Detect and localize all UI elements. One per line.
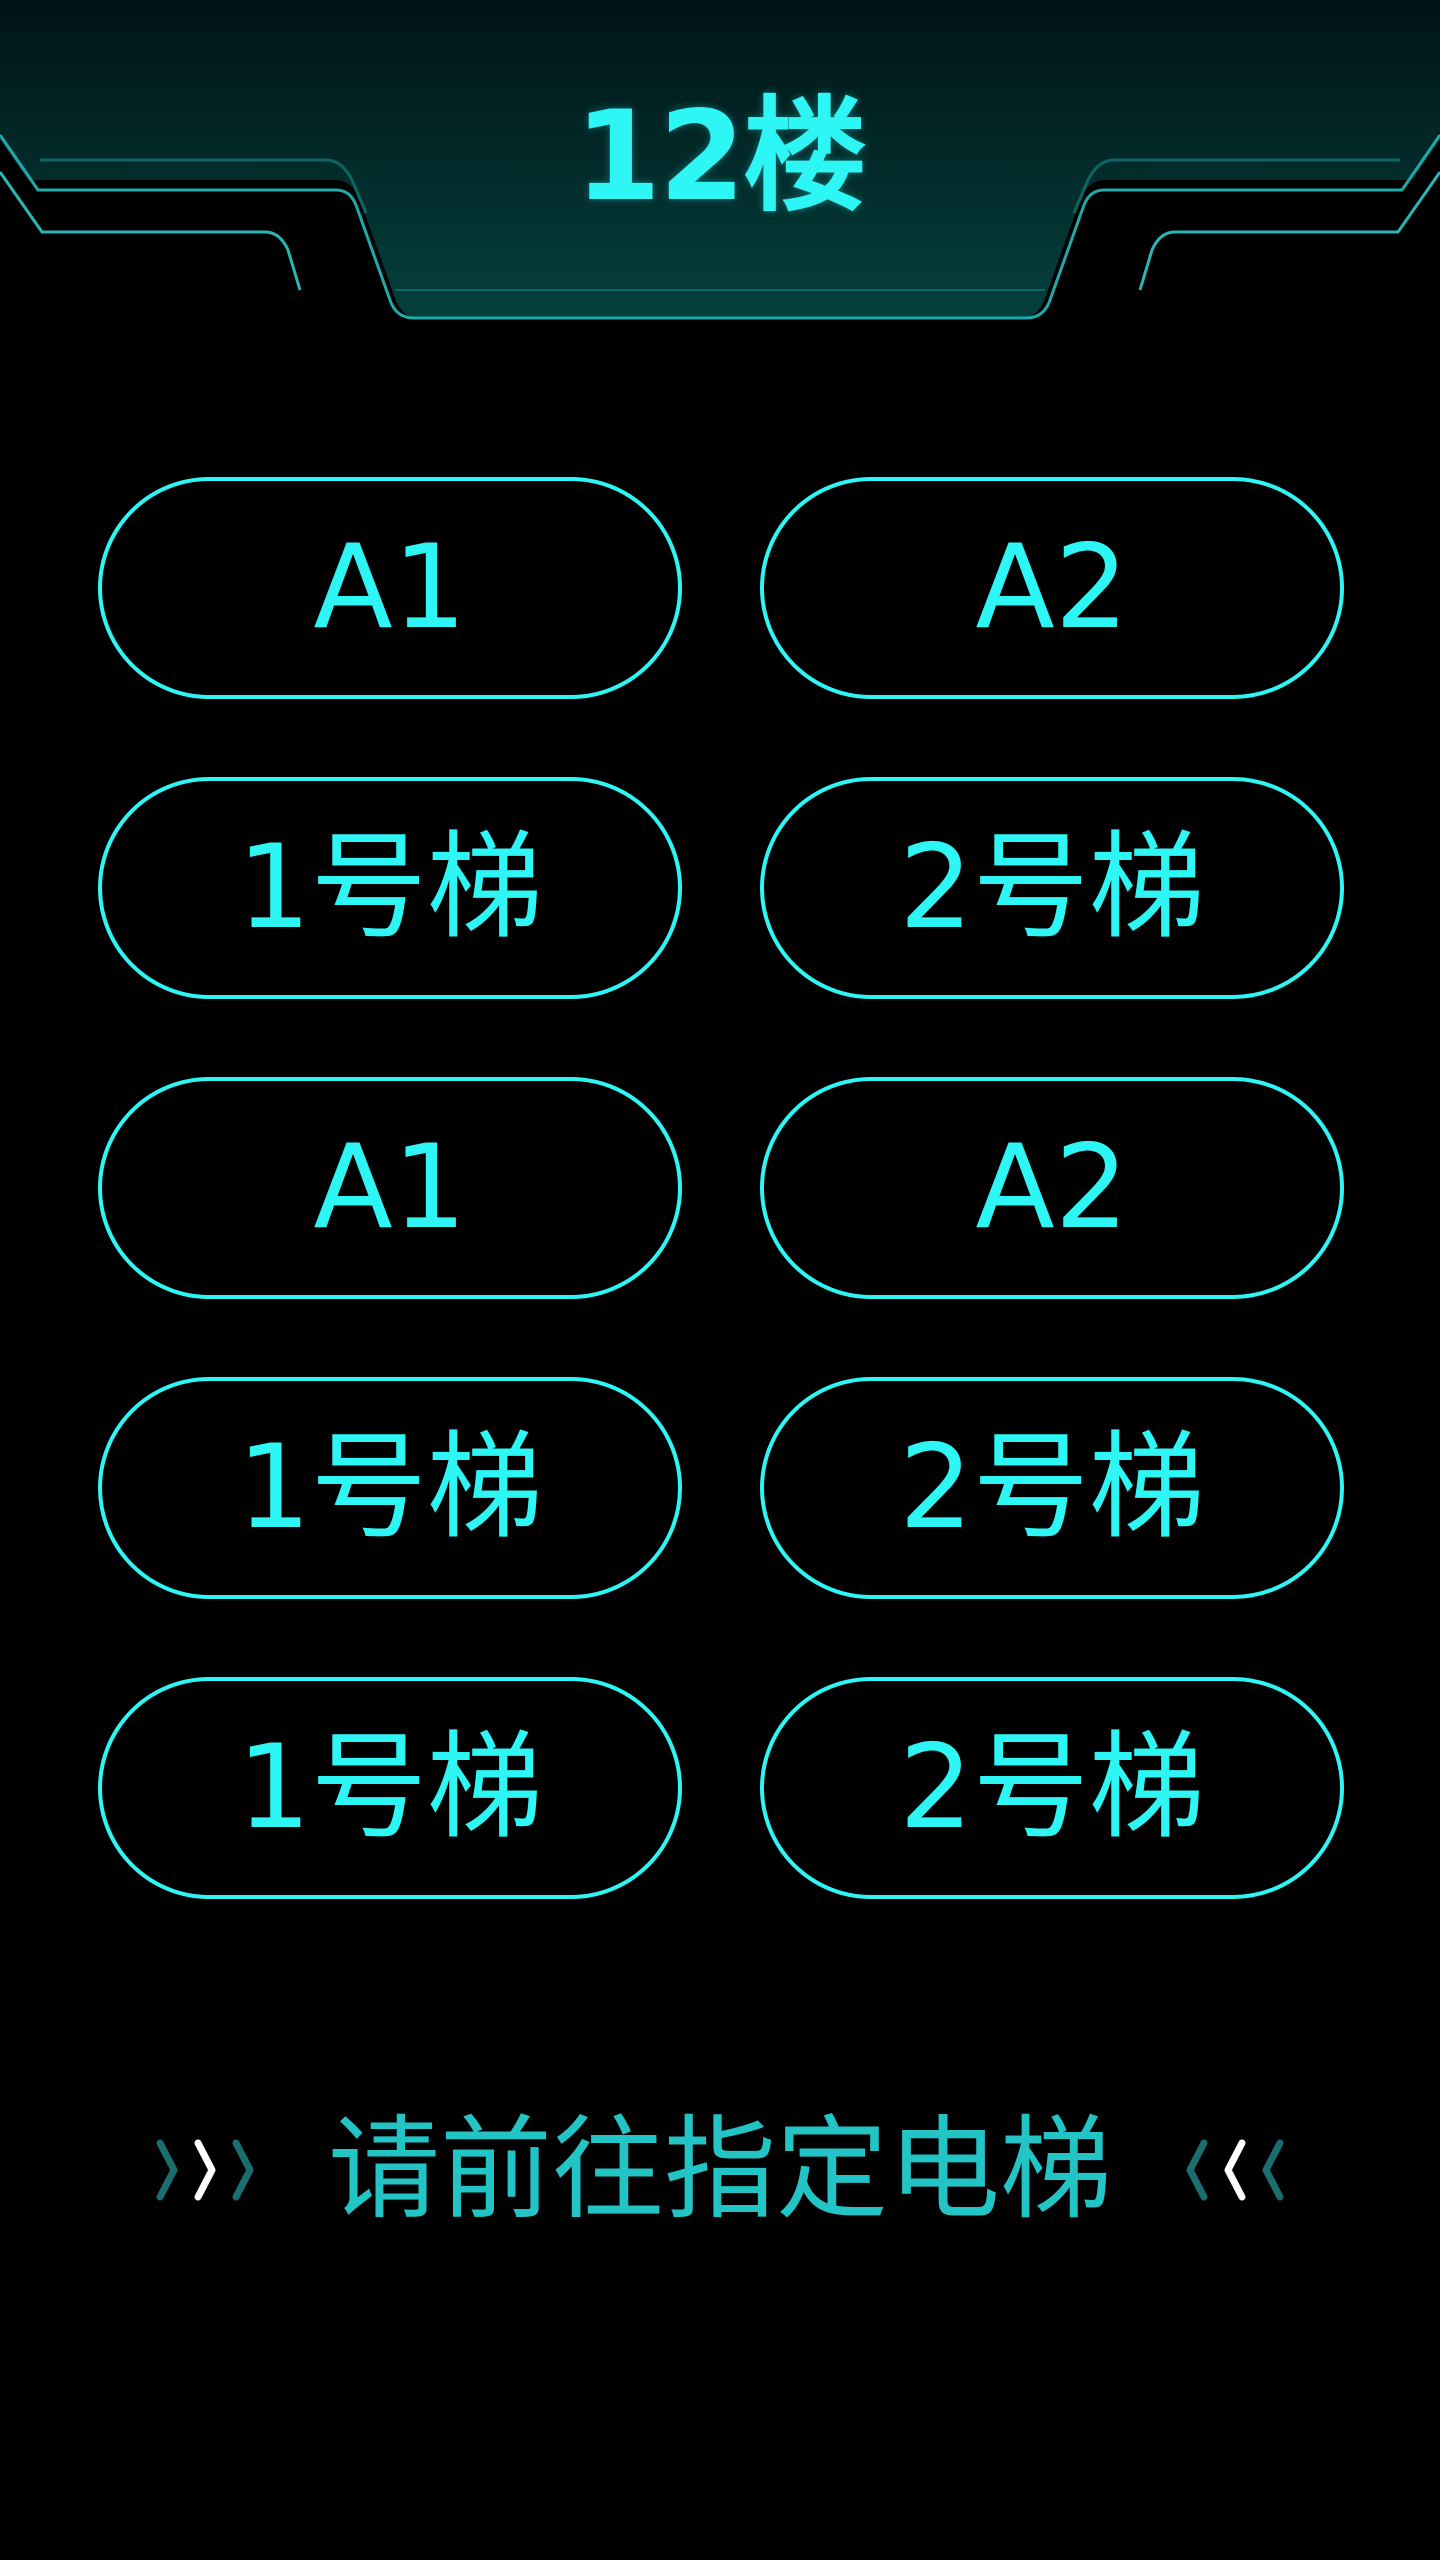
- elevator-button-label: 1号梯: [237, 820, 543, 955]
- elevator-button-1[interactable]: 1号梯: [98, 1377, 682, 1599]
- instruction-text: 请前往指定电梯: [328, 2105, 1112, 2235]
- elevator-button-label: 2号梯: [899, 1720, 1205, 1855]
- elevator-button-label: 1号梯: [237, 1720, 543, 1855]
- header-banner: 12楼: [0, 0, 1440, 340]
- instruction-banner: 请前往指定电梯: [0, 2095, 1440, 2245]
- elevator-button-label: A2: [975, 1120, 1129, 1255]
- elevator-grid: A1 A2 1号梯 2号梯 A1 A2 1号梯 2号梯 1号梯 2号梯: [98, 477, 1344, 1899]
- elevator-button-a2[interactable]: A2: [760, 477, 1344, 699]
- elevator-button-a1[interactable]: A1: [98, 1077, 682, 1299]
- elevator-button-a2[interactable]: A2: [760, 1077, 1344, 1299]
- elevator-button-a1[interactable]: A1: [98, 477, 682, 699]
- elevator-button-label: 1号梯: [237, 1420, 543, 1555]
- elevator-button-2[interactable]: 2号梯: [760, 1377, 1344, 1599]
- elevator-button-label: 2号梯: [899, 1420, 1205, 1555]
- elevator-button-2[interactable]: 2号梯: [760, 777, 1344, 999]
- elevator-button-label: 2号梯: [899, 820, 1205, 955]
- chevron-right-triple-icon: [156, 2139, 254, 2201]
- elevator-button-1[interactable]: 1号梯: [98, 777, 682, 999]
- elevator-button-2[interactable]: 2号梯: [760, 1677, 1344, 1899]
- chevron-left-triple-icon: [1186, 2139, 1284, 2201]
- elevator-button-label: A1: [313, 520, 467, 655]
- floor-title: 12楼: [574, 85, 868, 229]
- elevator-button-label: A1: [313, 1120, 467, 1255]
- elevator-button-1[interactable]: 1号梯: [98, 1677, 682, 1899]
- elevator-button-label: A2: [975, 520, 1129, 655]
